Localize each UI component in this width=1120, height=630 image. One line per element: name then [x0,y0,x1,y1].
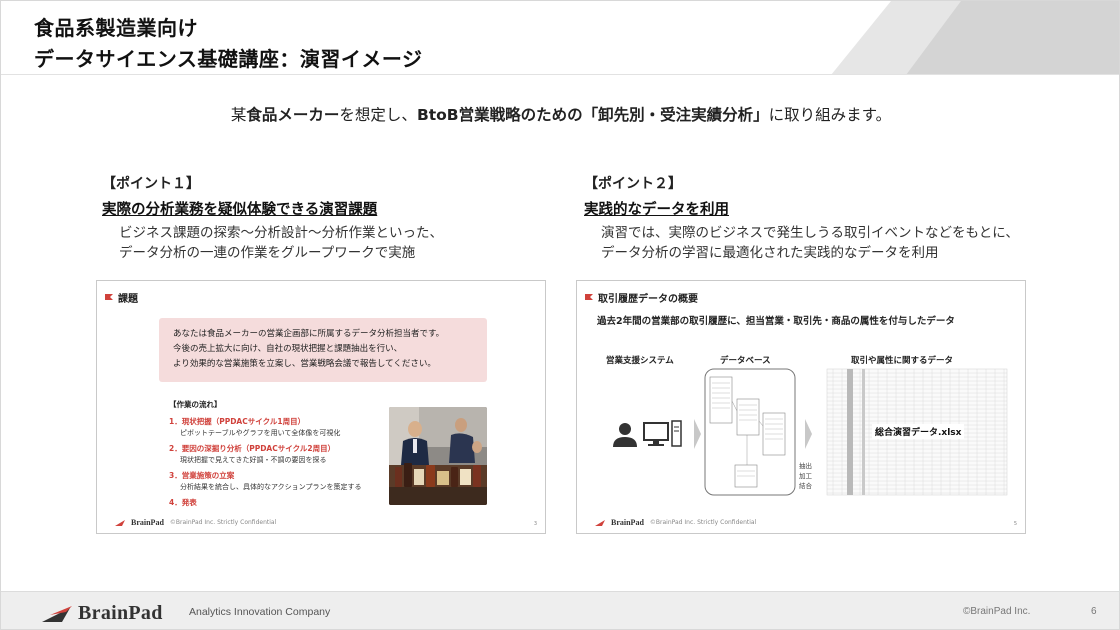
column-label-transaction-data: 取引や属性に関するデータ [851,356,954,366]
column-label-sales-system: 営業支援システム [606,356,674,366]
page-number: 6 [1091,606,1097,617]
step-heading: 4．発表 [169,498,197,507]
slide-title-line2: データサイエンス基礎講座：演習イメージ [34,47,423,71]
lead-suffix: に取り組みます。 [768,106,892,124]
lead-middle: を想定し、 [339,106,417,124]
column-label-database: データベース [720,356,771,366]
work-flow-title: 【作業の流れ】 [169,400,222,409]
brainpad-logo-icon [595,519,605,526]
point-body: ビジネス課題の探索～分析設計～分析作業といった、 データ分析の一連の作業をグルー… [102,223,582,263]
copyright: ©BrainPad Inc. [963,606,1031,617]
point-label: 【ポイント１】 [102,176,200,192]
point-heading: 実際の分析業務を疑似体験できる演習課題 [102,202,378,218]
thumbnail-footer: BrainPad ©BrainPad Inc. Strictly Confide… [595,518,756,527]
task-slide-thumbnail: 課題 あなたは食品メーカーの営業企画部に所属するデータ分析担当者です。 今後の売… [96,280,546,534]
point-body-line: データ分析の一連の作業をグループワークで実施 [119,245,416,261]
process-step: 結合 [799,482,812,490]
slide-title-line1: 食品系製造業向け [34,16,198,40]
thumbnail-page-number: 3 [533,521,537,527]
company-tagline: Analytics Innovation Company [189,606,331,618]
task-line: より効果的な営業施策を立案し、営業戦略会議で報告してください。 [173,359,436,369]
thumbnail-footer-text: ©BrainPad Inc. Strictly Confidential [649,519,757,526]
step-heading: 2．要因の深掘り分析（PPDACサイクル2周目） [169,444,336,453]
thumbnail-footer-text: ©BrainPad Inc. Strictly Confidential [169,519,277,526]
thumbnail-page-number: 5 [1013,521,1017,527]
step-description: 分析結果を統合し、具体的なアクションプランを策定する [180,483,362,491]
point-1: 【ポイント１】 実際の分析業務を疑似体験できる演習課題 ビジネス課題の探索～分析… [102,173,582,263]
task-line: 今後の売上拡大に向け、自社の現状把握と課題抽出を行い、 [173,344,403,354]
data-flow-diagram [613,368,1008,496]
step-heading: 3．営業施策の立案 [169,471,235,480]
slide: 食品系製造業向け データサイエンス基礎講座：演習イメージ 某食品メーカーを想定し… [0,0,1120,630]
lead-sentence: 某食品メーカーを想定し、BtoB営業戦略のための「卸先別・受注実績分析」に取り組… [1,103,1119,125]
data-file-name: 総合演習データ.xlsx [872,424,965,439]
work-flow-step: 3．営業施策の立案 分析結果を統合し、具体的なアクションプランを策定する [169,470,399,492]
data-overview-thumbnail: 取引履歴データの概要 過去2年間の営業部の取引履歴に、担当営業・取引先・商品の属… [576,280,1026,534]
process-step: 加工 [799,472,812,480]
thumbnail-logo: BrainPad [611,518,644,527]
lead-emphasis: BtoB営業戦略のための「卸先別・受注実績分析」 [416,106,769,124]
work-flow: 【作業の流れ】 1．現状把握（PPDACサイクル1周目） ピボットテーブルやグラ… [169,399,399,513]
brainpad-wordmark: BrainPad [78,602,163,624]
brainpad-logo-icon [115,519,125,526]
business-meeting-photo [389,407,487,505]
step-heading: 1．現状把握（PPDACサイクル1周目） [169,417,306,426]
task-line: あなたは食品メーカーの営業企画部に所属するデータ分析担当者です。 [173,329,445,339]
slide-header: 食品系製造業向け データサイエンス基礎講座：演習イメージ [1,1,1119,75]
thumbnail-title: 課題 [118,294,138,305]
point-body: 演習では、実際のビジネスで発生しうる取引イベントなどをもとに、 データ分析の学習… [584,223,1064,263]
step-description: ピボットテーブルやグラフを用いて全体像を可視化 [180,429,341,437]
point-body-line: データ分析の学習に最適化された実践的なデータを利用 [601,245,939,261]
chevron-right-icon [805,419,812,449]
point-heading: 実践的なデータを利用 [584,202,729,218]
chevron-right-icon [694,419,701,449]
work-flow-step: 2．要因の深掘り分析（PPDACサイクル2周目） 現状把握で見えてきた好調・不調… [169,443,399,465]
process-step: 抽出 [799,462,812,470]
point-label: 【ポイント２】 [584,176,682,192]
slide-footer: BrainPad Analytics Innovation Company ©B… [1,591,1119,629]
server-icon [671,420,682,447]
person-icon [613,423,637,447]
point-body-line: 演習では、実際のビジネスで発生しうる取引イベントなどをもとに、 [601,225,1019,241]
work-flow-step: 1．現状把握（PPDACサイクル1周目） ピボットテーブルやグラフを用いて全体像… [169,416,399,438]
point-2: 【ポイント２】 実践的なデータを利用 演習では、実際のビジネスで発生しうる取引イ… [584,173,1064,263]
brainpad-logo: BrainPad [40,602,163,625]
thumbnail-logo: BrainPad [131,518,164,527]
point-body-line: ビジネス課題の探索～分析設計～分析作業といった、 [119,225,443,241]
lead-company: 食品メーカー [246,106,340,124]
thumbnail-footer: BrainPad ©BrainPad Inc. Strictly Confide… [115,518,276,527]
lead-prefix: 某 [230,106,247,124]
step-description: 現状把握で見えてきた好調・不調の要因を探る [180,456,327,464]
flag-icon [105,294,113,300]
work-flow-step: 4．発表 [169,497,399,508]
task-description-box: あなたは食品メーカーの営業企画部に所属するデータ分析担当者です。 今後の売上拡大… [159,318,487,382]
process-steps: 抽出 加工 結合 [799,461,812,491]
computer-icon [643,422,669,446]
brainpad-logo-icon [42,605,72,622]
